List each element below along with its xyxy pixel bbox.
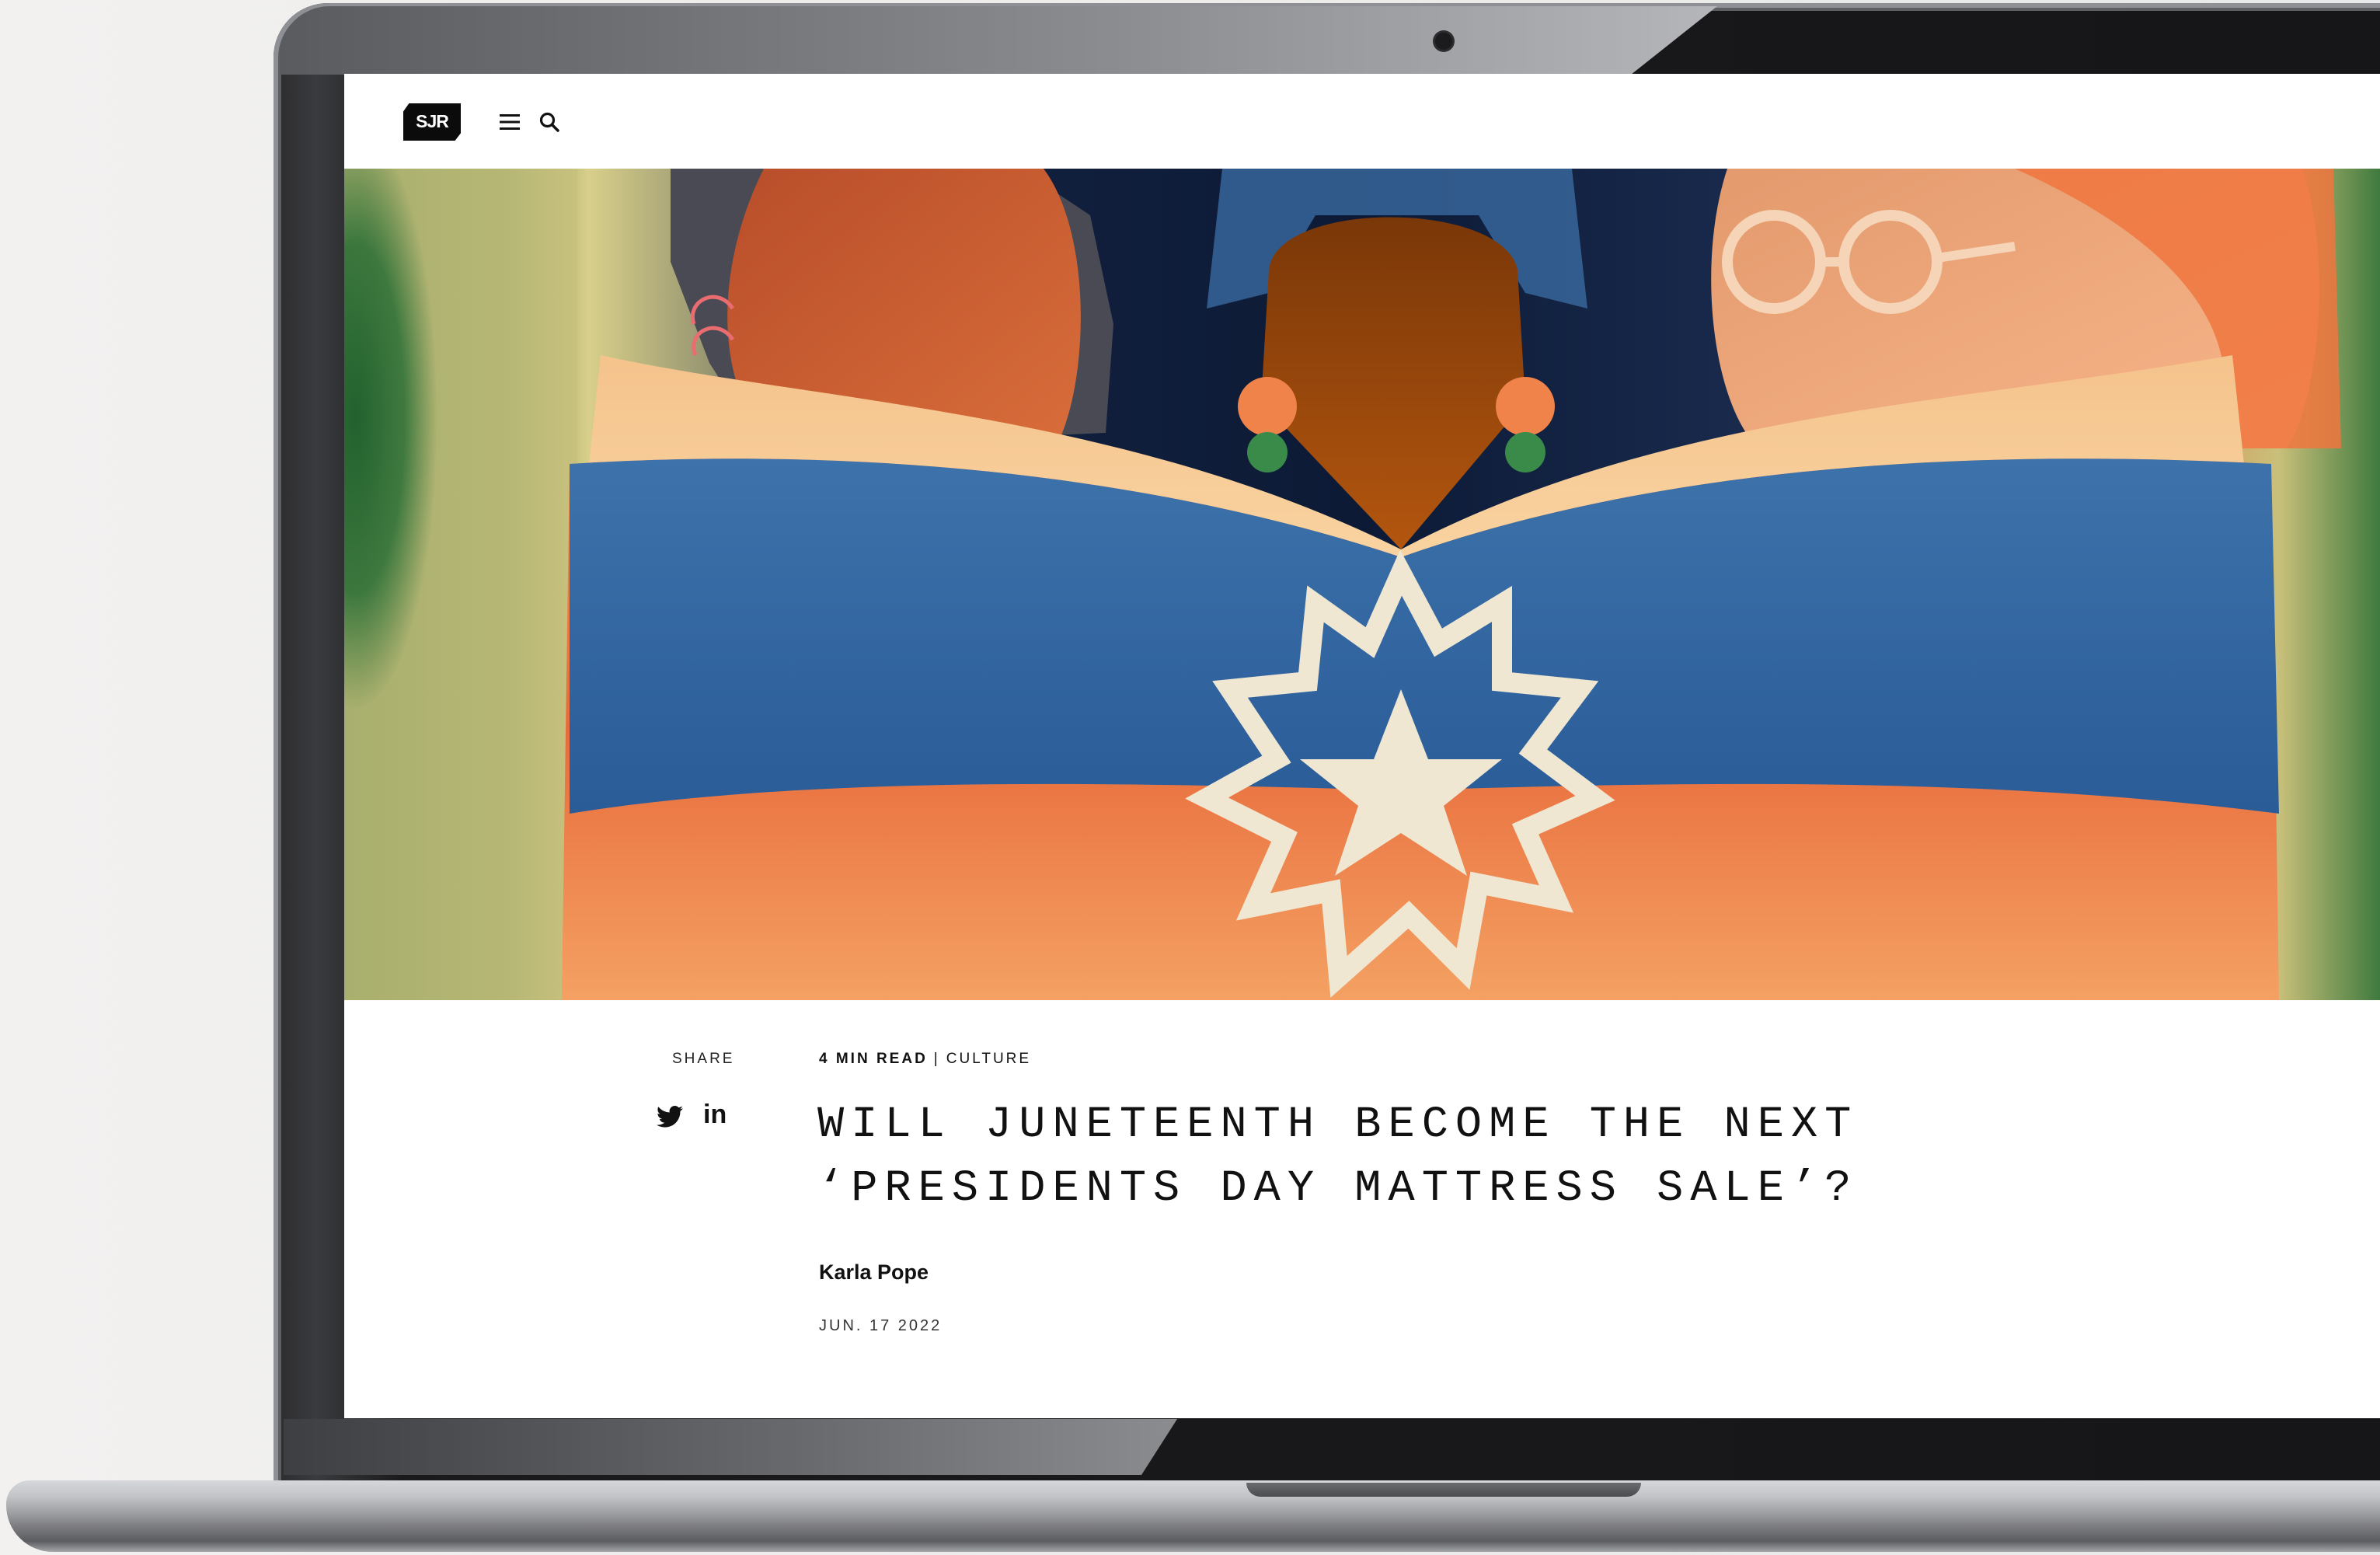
author-name[interactable]: Karla Pope (819, 1260, 929, 1285)
article-meta: 4 MIN READ | CULTURE (819, 1051, 1031, 1068)
site-header: SJR (344, 74, 2380, 169)
browser-screen: SJR SHARE in 4 MIN READ | CULTURE WILL J… (344, 74, 2380, 1418)
site-logo[interactable]: SJR (403, 103, 461, 141)
meta-separator: | (933, 1051, 940, 1067)
lid-reflection (280, 6, 1717, 75)
webcam-icon (1435, 33, 1452, 50)
read-time: 4 MIN READ (819, 1051, 928, 1067)
headline-line-2: ‘PRESIDENTS DAY MATTRESS SALE’? (817, 1164, 1859, 1214)
twitter-icon[interactable] (657, 1105, 683, 1128)
publish-date: JUN. 17 2022 (819, 1317, 943, 1334)
article-headline: WILL JUNETEENTH BECOME THE NEXT ‘PRESIDE… (817, 1093, 1983, 1221)
headline-line-1: WILL JUNETEENTH BECOME THE NEXT (817, 1100, 1859, 1150)
lid-reflection-bottom (284, 1419, 1177, 1475)
hero-illustration (344, 169, 2380, 1000)
share-label: SHARE (672, 1051, 735, 1067)
search-icon[interactable] (538, 111, 560, 133)
hamburger-icon[interactable] (500, 113, 520, 131)
category-link[interactable]: CULTURE (946, 1051, 1031, 1067)
article-header: SHARE in 4 MIN READ | CULTURE WILL JUNETEE… (344, 1000, 2380, 1418)
laptop-base (6, 1480, 2380, 1552)
linkedin-icon[interactable]: in (703, 1100, 727, 1130)
laptop-hinge-notch (1246, 1483, 1641, 1497)
